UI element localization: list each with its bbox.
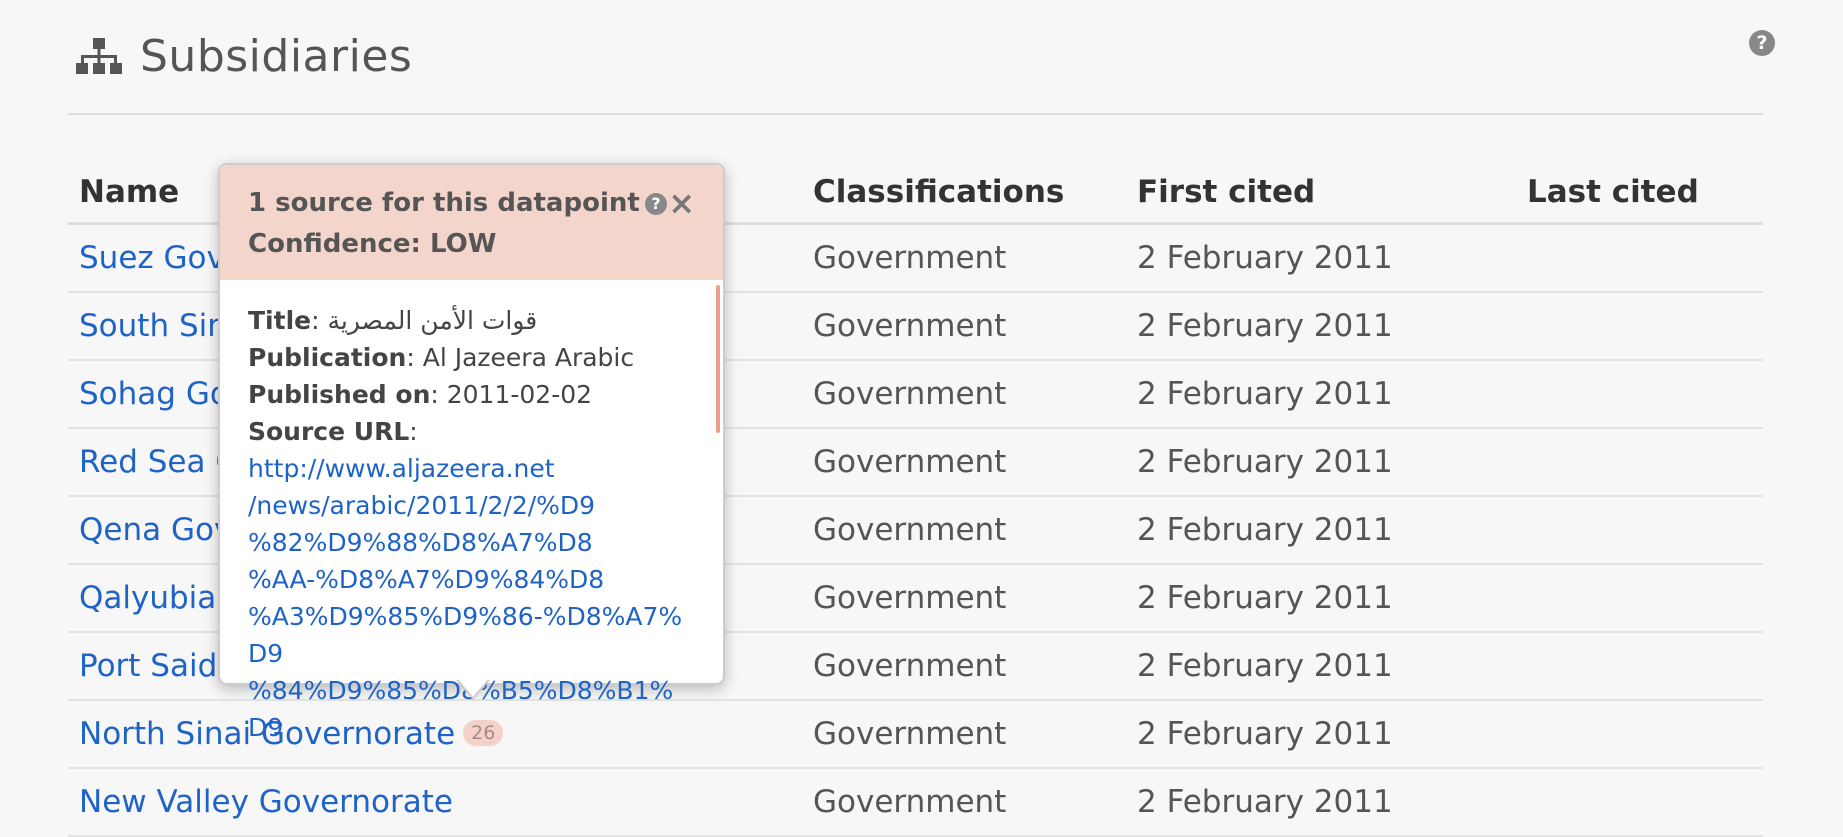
- source-url-link[interactable]: http://www.aljazeera.net /news/arabic/20…: [248, 450, 688, 746]
- first-cited-cell: 2 February 2011: [1126, 768, 1516, 837]
- classification-cell: Government: [802, 223, 1126, 293]
- last-cited-cell: [1516, 428, 1763, 497]
- last-cited-cell: [1516, 564, 1763, 633]
- divider: [68, 113, 1763, 115]
- first-cited-cell: 2 February 2011: [1126, 632, 1516, 701]
- last-cited-cell: [1516, 223, 1763, 293]
- last-cited-cell: [1516, 292, 1763, 361]
- classification-cell: Government: [802, 496, 1126, 565]
- first-cited-cell: 2 February 2011: [1126, 428, 1516, 497]
- popover-header: 1 source for this datapoint Confidence: …: [220, 165, 723, 280]
- last-cited-cell: [1516, 700, 1763, 769]
- first-cited-cell: 2 February 2011: [1126, 496, 1516, 565]
- page-header: Subsidiaries: [76, 26, 412, 86]
- title-label: Title: [248, 306, 312, 335]
- classification-cell: Government: [802, 768, 1126, 837]
- popover-scrollbar[interactable]: [716, 285, 720, 433]
- popover-title: 1 source for this datapoint: [248, 188, 640, 218]
- column-header-first-cited[interactable]: First cited: [1126, 160, 1516, 225]
- publication-label: Publication: [248, 343, 407, 372]
- classification-cell: Government: [802, 700, 1126, 769]
- confidence-label: Confidence: LOW: [248, 229, 497, 259]
- classification-cell: Government: [802, 632, 1126, 701]
- subsidiary-link[interactable]: Qalyubia: [79, 580, 216, 616]
- classification-cell: Government: [802, 428, 1126, 497]
- close-icon[interactable]: ×: [668, 183, 695, 224]
- first-cited-cell: 2 February 2011: [1126, 564, 1516, 633]
- classification-cell: Government: [802, 360, 1126, 429]
- subsidiary-link[interactable]: Sohag Go: [79, 376, 229, 412]
- subsidiary-link[interactable]: Port Said: [79, 648, 217, 684]
- last-cited-cell: [1516, 768, 1763, 837]
- question-icon[interactable]: ?: [645, 193, 667, 215]
- source-url-label: Source URL: [248, 417, 410, 446]
- classification-cell: Government: [802, 292, 1126, 361]
- column-header-classifications[interactable]: Classifications: [802, 160, 1126, 225]
- last-cited-cell: [1516, 632, 1763, 701]
- published-label: Published on: [248, 380, 431, 409]
- popover-body: Title: قوات الأمن المصرية Publication: A…: [220, 280, 723, 746]
- subsidiary-link[interactable]: Qena Gov: [79, 512, 232, 548]
- publication-value: Al Jazeera Arabic: [422, 343, 635, 372]
- table-row: New Valley Governorate Government 2 Febr…: [68, 768, 1763, 837]
- page-title: Subsidiaries: [140, 30, 413, 82]
- last-cited-cell: [1516, 360, 1763, 429]
- published-value: 2011-02-02: [446, 380, 593, 409]
- subsidiary-link[interactable]: Red Sea G: [79, 444, 239, 480]
- first-cited-cell: 2 February 2011: [1126, 700, 1516, 769]
- last-cited-cell: [1516, 496, 1763, 565]
- first-cited-cell: 2 February 2011: [1126, 360, 1516, 429]
- help-icon[interactable]: ?: [1749, 30, 1775, 56]
- subsidiary-link[interactable]: New Valley Governorate: [79, 784, 453, 820]
- title-value: قوات الأمن المصرية: [327, 306, 538, 335]
- classification-cell: Government: [802, 564, 1126, 633]
- first-cited-cell: 2 February 2011: [1126, 223, 1516, 293]
- column-header-last-cited[interactable]: Last cited: [1516, 160, 1763, 225]
- subsidiary-link[interactable]: South Sin: [79, 308, 227, 344]
- sitemap-icon: [76, 38, 122, 74]
- first-cited-cell: 2 February 2011: [1126, 292, 1516, 361]
- source-popover: 1 source for this datapoint Confidence: …: [218, 163, 725, 742]
